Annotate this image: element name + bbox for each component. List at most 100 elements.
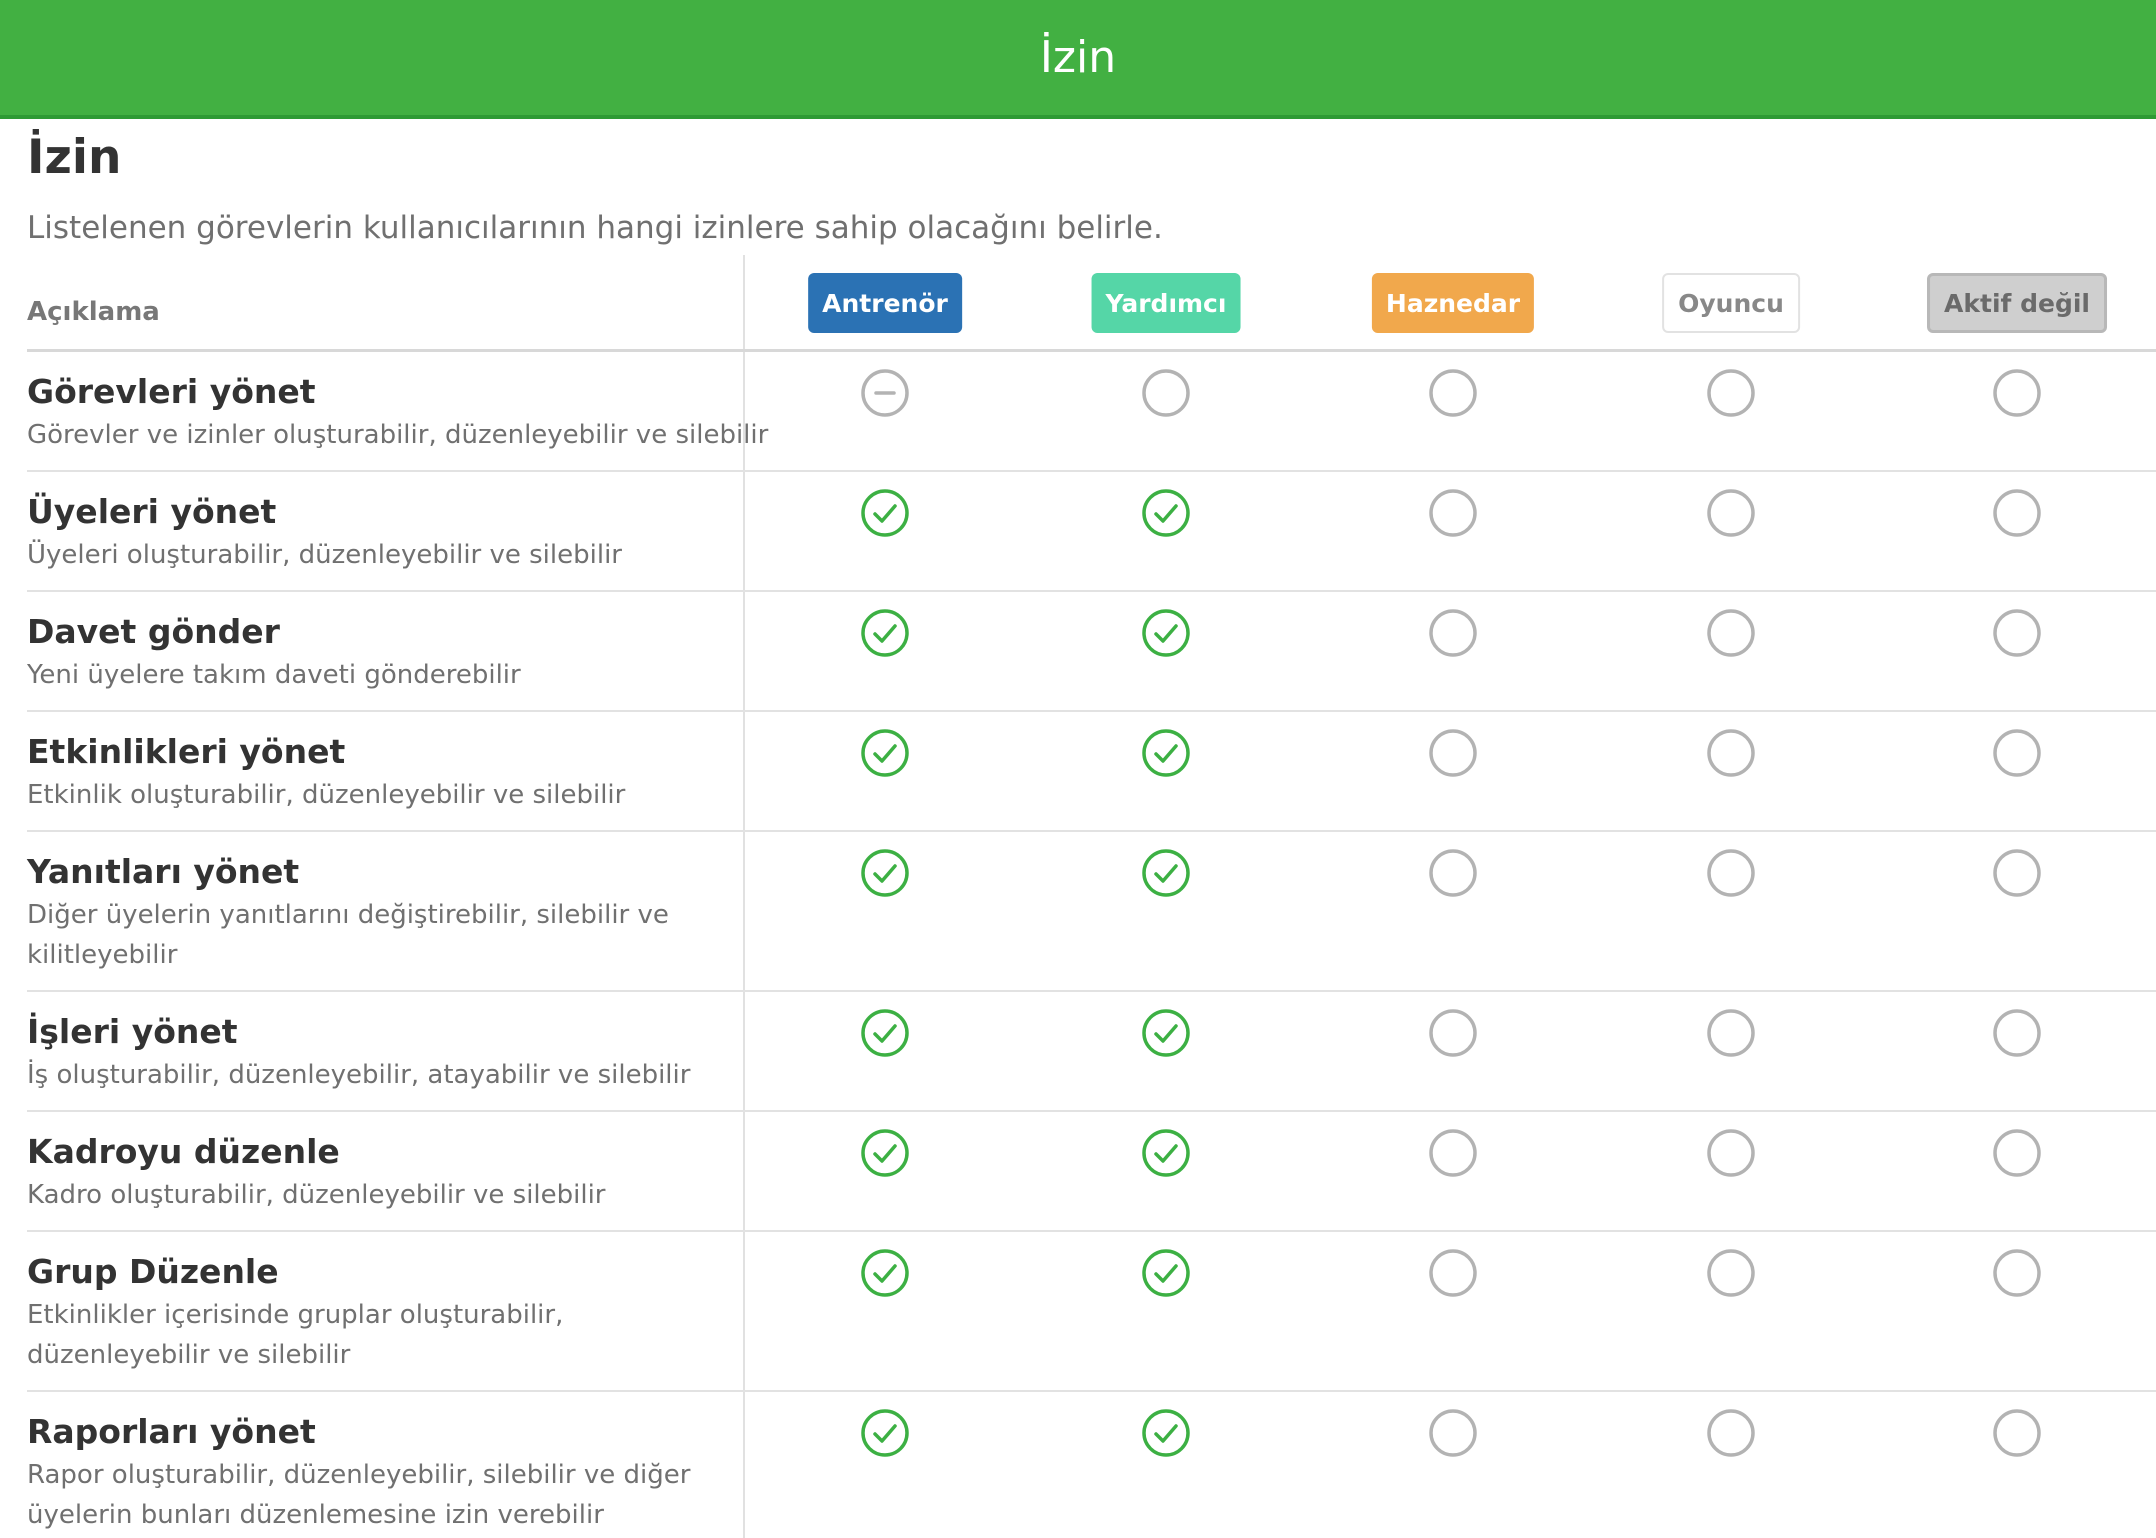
permission-toggle[interactable] (1992, 1128, 2042, 1178)
empty-circle-icon (1707, 729, 1755, 777)
permission-toggle[interactable] (1992, 368, 2042, 418)
empty-circle-icon (1993, 1249, 2041, 1297)
check-circle-icon (1142, 1009, 1190, 1057)
permission-toggle[interactable] (1706, 848, 1756, 898)
check-circle-icon (1142, 729, 1190, 777)
empty-circle-icon (1429, 1249, 1477, 1297)
empty-circle-icon (1993, 849, 2041, 897)
permission-toggle[interactable] (1141, 1128, 1191, 1178)
role-badge-haznedar[interactable]: Haznedar (1371, 273, 1535, 333)
permission-title-edit-roster: Kadroyu düzenle (27, 1132, 340, 1171)
permission-toggle[interactable] (1706, 1408, 1756, 1458)
empty-circle-icon (1429, 729, 1477, 777)
empty-circle-icon (1429, 609, 1477, 657)
row-separator (27, 470, 2156, 472)
empty-circle-icon (1707, 1129, 1755, 1177)
permission-description-manage-events: Etkinlik oluşturabilir, düzenleyebilir v… (27, 780, 626, 810)
row-separator (27, 710, 2156, 712)
permission-toggle[interactable] (860, 848, 910, 898)
permission-toggle[interactable] (860, 1128, 910, 1178)
empty-circle-icon (1429, 1009, 1477, 1057)
permission-toggle[interactable] (1428, 848, 1478, 898)
permission-toggle[interactable] (860, 488, 910, 538)
permission-toggle[interactable] (1141, 1408, 1191, 1458)
permission-toggle[interactable] (1141, 368, 1191, 418)
permission-toggle[interactable] (1428, 1248, 1478, 1298)
permission-toggle[interactable] (1992, 848, 2042, 898)
empty-circle-icon (1993, 1409, 2041, 1457)
permission-toggle[interactable] (1992, 728, 2042, 778)
permission-toggle[interactable] (1428, 1408, 1478, 1458)
permission-toggle[interactable] (1428, 1128, 1478, 1178)
page-description: Listelenen görevlerin kullanıcılarının h… (27, 210, 1163, 246)
role-badge-antrenor[interactable]: Antrenör (808, 273, 962, 333)
permission-toggle[interactable] (1428, 488, 1478, 538)
permission-toggle[interactable] (1141, 728, 1191, 778)
permission-toggle[interactable] (1141, 608, 1191, 658)
permission-description-edit-roster: Kadro oluşturabilir, düzenleyebilir ve s… (27, 1180, 606, 1210)
permission-toggle[interactable] (1428, 1008, 1478, 1058)
role-badge-oyuncu[interactable]: Oyuncu (1662, 273, 1800, 333)
permission-toggle[interactable] (860, 608, 910, 658)
permission-toggle[interactable] (1141, 1008, 1191, 1058)
check-circle-icon (1142, 489, 1190, 537)
permission-toggle[interactable] (1706, 1008, 1756, 1058)
check-circle-icon (1142, 849, 1190, 897)
check-circle-icon (1142, 1409, 1190, 1457)
permission-description-send-invite: Yeni üyelere takım daveti gönderebilir (27, 660, 521, 690)
empty-circle-icon (1707, 489, 1755, 537)
row-separator (27, 1390, 2156, 1392)
permission-toggle[interactable] (860, 1408, 910, 1458)
permission-toggle[interactable] (1706, 1248, 1756, 1298)
check-circle-icon (861, 1129, 909, 1177)
permission-toggle[interactable] (860, 728, 910, 778)
role-badge-aktif-degil[interactable]: Aktif değil (1927, 273, 2107, 333)
permission-description-manage-roles: Görevler ve izinler oluşturabilir, düzen… (27, 420, 769, 450)
permission-toggle[interactable] (1992, 1408, 2042, 1458)
permission-toggle[interactable] (1706, 728, 1756, 778)
role-badge-yardimci[interactable]: Yardımcı (1091, 273, 1241, 333)
empty-circle-icon (1707, 1249, 1755, 1297)
header-rule (27, 349, 2156, 352)
permission-title-manage-responses: Yanıtları yönet (27, 852, 300, 891)
permission-toggle[interactable] (1428, 368, 1478, 418)
empty-circle-icon (1142, 369, 1190, 417)
permission-toggle[interactable] (860, 1248, 910, 1298)
check-circle-icon (861, 849, 909, 897)
permission-toggle[interactable] (1141, 1248, 1191, 1298)
permission-toggle[interactable] (860, 1008, 910, 1058)
permission-toggle[interactable] (1706, 368, 1756, 418)
permission-title-manage-events: Etkinlikleri yönet (27, 732, 346, 771)
permission-description-edit-groups: Etkinlikler içerisinde gruplar oluşturab… (27, 1300, 564, 1370)
top-bar-title: İzin (1039, 32, 1117, 83)
empty-circle-icon (1993, 489, 2041, 537)
permission-title-manage-reports: Raporları yönet (27, 1412, 316, 1451)
description-column-header: Açıklama (27, 297, 160, 327)
permission-toggle[interactable] (1992, 1248, 2042, 1298)
check-circle-icon (861, 1409, 909, 1457)
page-title: İzin (27, 130, 122, 185)
permission-toggle[interactable] (1706, 1128, 1756, 1178)
permission-toggle[interactable] (1706, 488, 1756, 538)
permission-toggle[interactable] (1992, 1008, 2042, 1058)
empty-circle-icon (1993, 1129, 2041, 1177)
permission-toggle[interactable] (1992, 608, 2042, 658)
row-separator (27, 1110, 2156, 1112)
permission-toggle[interactable] (1706, 608, 1756, 658)
row-separator (27, 830, 2156, 832)
permission-toggle[interactable] (1141, 488, 1191, 538)
empty-circle-icon (1429, 369, 1477, 417)
permission-toggle[interactable] (1428, 608, 1478, 658)
permission-toggle[interactable] (1992, 488, 2042, 538)
empty-circle-icon (1993, 369, 2041, 417)
check-circle-icon (861, 489, 909, 537)
empty-circle-icon (1993, 729, 2041, 777)
row-separator (27, 990, 2156, 992)
empty-circle-icon (1993, 1009, 2041, 1057)
permission-toggle[interactable] (1141, 848, 1191, 898)
empty-circle-icon (1429, 1129, 1477, 1177)
permission-toggle[interactable] (1428, 728, 1478, 778)
empty-circle-icon (1429, 1409, 1477, 1457)
check-circle-icon (861, 609, 909, 657)
permission-description-manage-members: Üyeleri oluşturabilir, düzenleyebilir ve… (27, 540, 622, 570)
